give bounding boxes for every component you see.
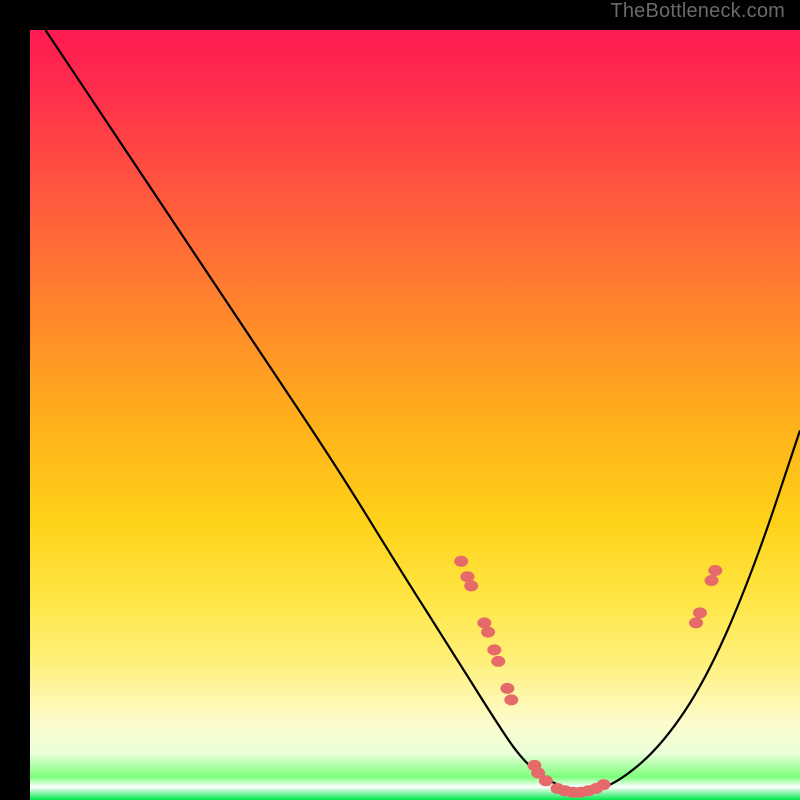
data-marker: [481, 627, 495, 638]
data-marker: [689, 617, 703, 628]
data-marker: [705, 575, 719, 586]
data-marker: [500, 683, 514, 694]
data-marker: [464, 580, 478, 591]
watermark-text: TheBottleneck.com: [610, 0, 785, 23]
data-marker: [504, 694, 518, 705]
data-marker: [487, 644, 501, 655]
chart-svg: [30, 30, 800, 800]
plot-area: [30, 30, 800, 800]
data-marker: [708, 565, 722, 576]
data-marker: [454, 556, 468, 567]
bottleneck-curve: [45, 30, 800, 790]
data-marker: [693, 607, 707, 618]
data-marker: [491, 656, 505, 667]
data-marker: [597, 779, 611, 790]
data-marker: [539, 775, 553, 786]
chart-frame: [15, 15, 785, 785]
data-markers: [454, 556, 722, 798]
